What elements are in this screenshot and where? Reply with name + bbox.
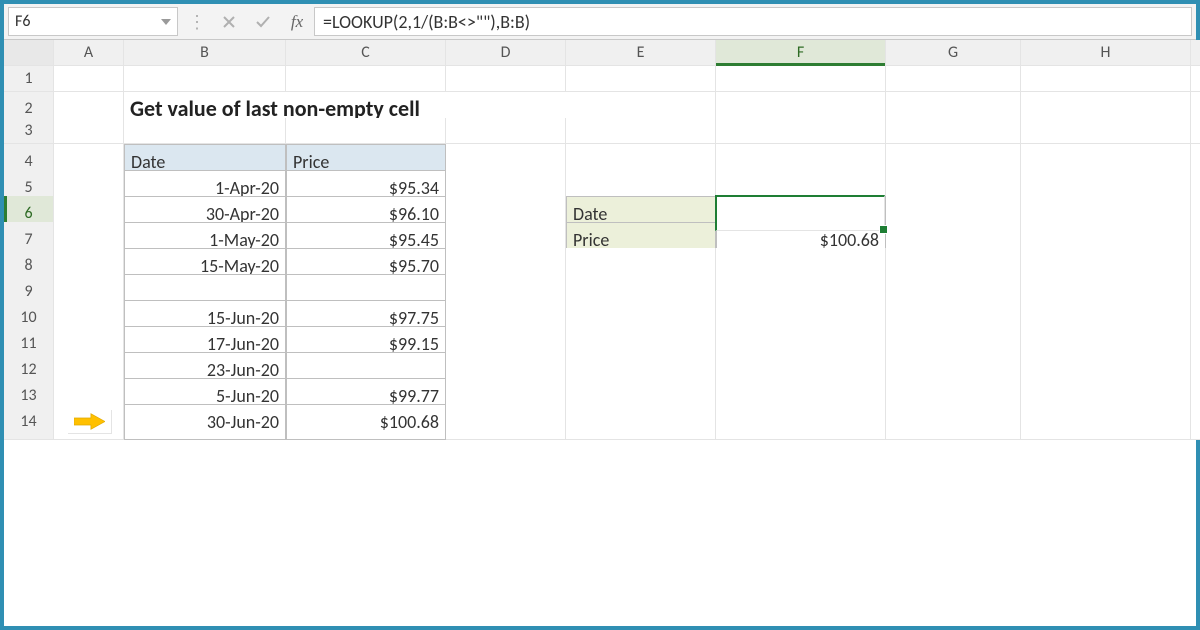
spreadsheet-grid[interactable]: A B C D E F G H I 1 2 Get value of last … bbox=[4, 40, 1196, 430]
cell-H1[interactable] bbox=[1021, 66, 1191, 92]
cell-F1[interactable] bbox=[716, 66, 886, 92]
formula-text: =LOOKUP(2,1/(B:B<>""),B:B) bbox=[323, 11, 530, 33]
cell-B3[interactable] bbox=[124, 118, 286, 144]
cell-B1[interactable] bbox=[124, 66, 286, 92]
cell-C14[interactable]: $100.68 bbox=[286, 404, 446, 440]
cell-G1[interactable] bbox=[886, 66, 1021, 92]
col-header-F[interactable]: F bbox=[716, 40, 886, 66]
cell-A3[interactable] bbox=[54, 118, 124, 144]
cell-E1[interactable] bbox=[566, 66, 716, 92]
col-header-I[interactable]: I bbox=[1191, 40, 1200, 66]
cell-D3[interactable] bbox=[446, 118, 566, 144]
cell-I14[interactable] bbox=[1191, 404, 1200, 440]
check-icon bbox=[255, 14, 271, 30]
cell-F14[interactable] bbox=[716, 404, 886, 440]
cell-I3[interactable] bbox=[1191, 118, 1200, 144]
cell-G14[interactable] bbox=[886, 404, 1021, 440]
x-icon bbox=[221, 14, 237, 30]
row-header-3[interactable]: 3 bbox=[4, 118, 54, 144]
insert-function-button[interactable]: fx bbox=[280, 4, 314, 39]
cell-E3[interactable] bbox=[566, 118, 716, 144]
cell-D14[interactable] bbox=[446, 404, 566, 440]
arrow-right-icon bbox=[68, 410, 112, 434]
cell-I1[interactable] bbox=[1191, 66, 1200, 92]
cell-B14[interactable]: 30-Jun-20 bbox=[124, 404, 286, 440]
cell-C1[interactable] bbox=[286, 66, 446, 92]
col-header-G[interactable]: G bbox=[886, 40, 1021, 66]
name-box[interactable]: F6 bbox=[8, 7, 178, 36]
col-header-E[interactable]: E bbox=[566, 40, 716, 66]
name-box-value: F6 bbox=[15, 12, 30, 31]
cell-H14[interactable] bbox=[1021, 404, 1191, 440]
select-all-corner[interactable] bbox=[4, 40, 54, 66]
cell-H3[interactable] bbox=[1021, 118, 1191, 144]
row-header-1[interactable]: 1 bbox=[4, 66, 54, 92]
enter-formula-button[interactable] bbox=[246, 4, 280, 39]
formula-bar: F6 ⋮ fx =LOOKUP(2,1/(B:B<>""),B:B) bbox=[4, 4, 1196, 40]
cell-D1[interactable] bbox=[446, 66, 566, 92]
row-header-14[interactable]: 14 bbox=[4, 404, 54, 440]
col-header-A[interactable]: A bbox=[54, 40, 124, 66]
formula-input[interactable]: =LOOKUP(2,1/(B:B<>""),B:B) bbox=[314, 7, 1192, 36]
cell-E14[interactable] bbox=[566, 404, 716, 440]
separator-icon: ⋮ bbox=[182, 4, 212, 39]
cell-F3[interactable] bbox=[716, 118, 886, 144]
col-header-C[interactable]: C bbox=[286, 40, 446, 66]
cell-C3[interactable] bbox=[286, 118, 446, 144]
chevron-down-icon[interactable] bbox=[161, 19, 171, 25]
col-header-H[interactable]: H bbox=[1021, 40, 1191, 66]
cell-A1[interactable] bbox=[54, 66, 124, 92]
col-header-B[interactable]: B bbox=[124, 40, 286, 66]
cancel-formula-button[interactable] bbox=[212, 4, 246, 39]
col-header-D[interactable]: D bbox=[446, 40, 566, 66]
cell-G3[interactable] bbox=[886, 118, 1021, 144]
